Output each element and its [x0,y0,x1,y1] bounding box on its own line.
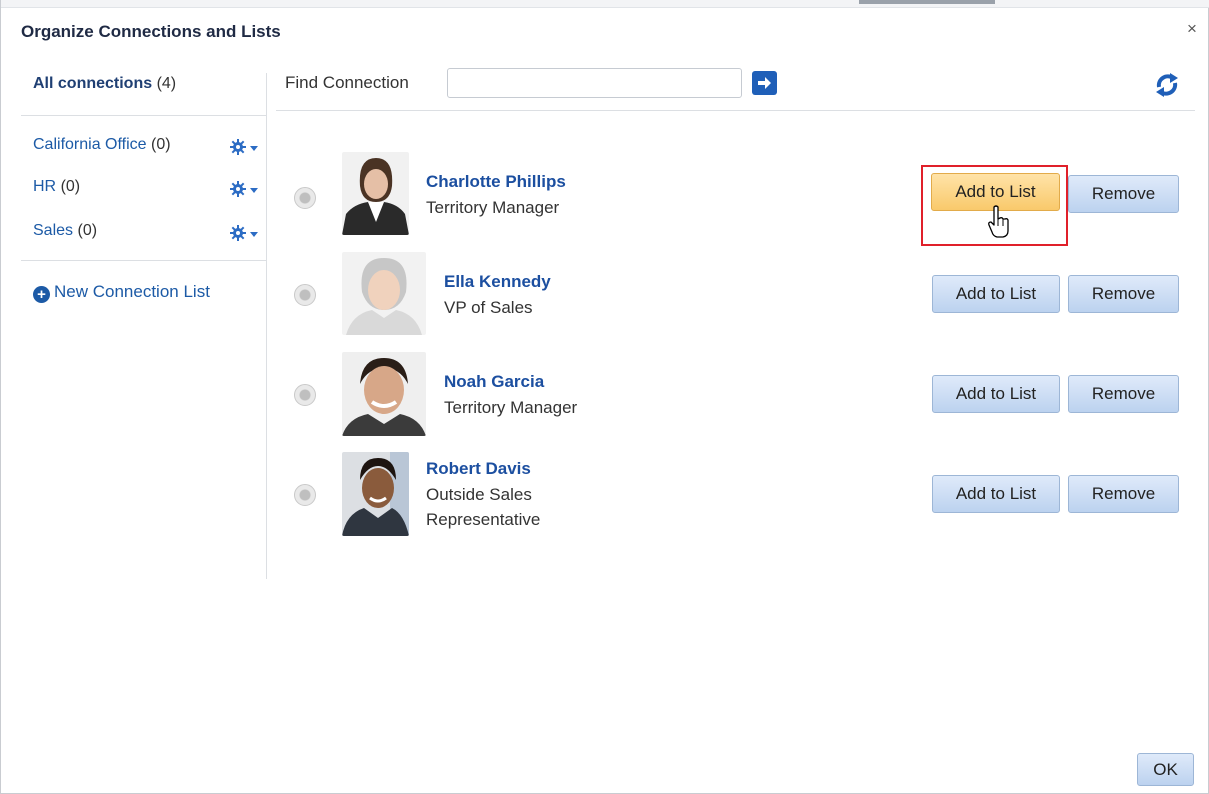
header-divider [276,110,1195,111]
connection-role: Territory Manager [426,195,559,220]
add-to-list-button[interactable]: Add to List [932,375,1060,413]
add-to-list-button[interactable]: Add to List [932,475,1060,513]
dialog-title: Organize Connections and Lists [21,22,281,41]
ok-button[interactable]: OK [1137,753,1194,786]
sidebar-item-hr[interactable]: HR (0) [33,178,80,196]
organize-connections-dialog: Organize Connections and Lists × All con… [0,0,1209,794]
arrow-right-icon[interactable] [752,71,777,95]
gear-dropdown-icon[interactable] [230,224,264,242]
role-line: Representative [426,510,541,529]
new-connection-list-link[interactable]: + New Connection List [33,282,210,303]
connection-role: VP of Sales [444,295,533,320]
sidebar-divider [21,115,267,116]
refresh-icon[interactable] [1151,70,1183,100]
connection-name[interactable]: Robert Davis [426,459,531,479]
all-connections-label: All connections [33,75,153,92]
role-line: VP of Sales [444,298,533,317]
gear-dropdown-icon[interactable] [230,138,264,156]
dialog-top-edge [1,0,1209,8]
connection-name[interactable]: Noah Garcia [444,372,544,392]
list-label: California Office [33,136,147,153]
sidebar-item-california-office[interactable]: California Office (0) [33,136,171,154]
role-line: Territory Manager [426,198,560,217]
close-button[interactable]: × [1182,19,1202,39]
sidebar-divider [21,260,267,261]
remove-button[interactable]: Remove [1068,275,1179,313]
avatar [342,352,426,436]
list-count: (0) [60,178,81,195]
remove-button[interactable]: Remove [1068,475,1179,513]
connection-name[interactable]: Charlotte Phillips [426,172,566,192]
connection-radio[interactable] [294,384,316,406]
hand-pointer-icon [988,205,1009,238]
remove-button[interactable]: Remove [1068,375,1179,413]
connection-radio[interactable] [294,484,316,506]
avatar [342,452,409,536]
sidebar-item-sales[interactable]: Sales (0) [33,222,97,240]
connection-name[interactable]: Ella Kennedy [444,272,551,292]
lists-sidebar: All connections (4) California Office (0… [21,60,267,580]
avatar [342,152,409,235]
find-connection-label: Find Connection [285,73,409,92]
connection-role: Territory Manager [444,395,577,420]
gear-dropdown-icon[interactable] [230,180,264,198]
add-to-list-button[interactable]: Add to List [932,275,1060,313]
role-line: Territory Manager [444,398,578,417]
all-connections-item[interactable]: All connections (4) [33,75,176,93]
all-connections-count: (4) [156,75,177,92]
list-label: HR [33,178,57,195]
remove-button[interactable]: Remove [1068,175,1179,213]
list-label: Sales [33,222,74,239]
avatar [342,252,426,335]
top-edge-accent [859,0,995,4]
list-count: (0) [150,136,171,153]
new-list-label: New Connection List [54,282,210,301]
plus-circle-icon: + [33,286,50,303]
connection-role: Outside Sales Representative [426,482,540,532]
list-count: (0) [77,222,98,239]
pane-divider [266,73,267,579]
connection-radio[interactable] [294,284,316,306]
connection-radio[interactable] [294,187,316,209]
role-line: Outside Sales [426,485,532,504]
find-connection-input[interactable] [447,68,742,98]
